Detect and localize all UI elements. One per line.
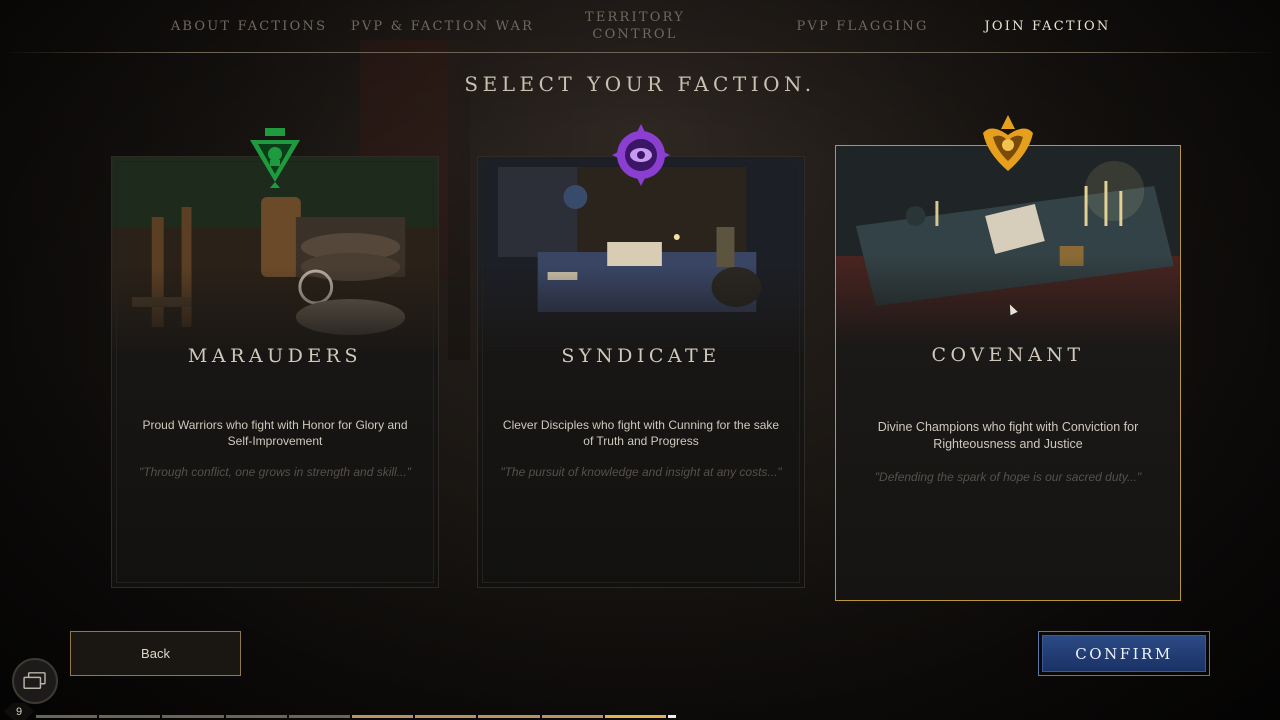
confirm-button[interactable]: CONFIRM (1038, 631, 1210, 676)
faction-quote: "Defending the spark of hope is our sacr… (874, 470, 1142, 484)
page-title: SELECT YOUR FACTION. (464, 72, 816, 96)
xp-segment (668, 715, 677, 718)
xp-segment (36, 715, 98, 718)
xp-segment (352, 715, 414, 718)
faction-name: COVENANT (931, 344, 1085, 366)
xp-segment (478, 715, 540, 718)
faction-name: SYNDICATE (561, 345, 721, 367)
xp-segment (541, 715, 603, 718)
tab-join-faction[interactable]: JOIN FACTION (975, 0, 1120, 52)
xp-segment (99, 715, 161, 718)
xp-segment (415, 715, 477, 718)
syndicate-emblem-icon (612, 124, 670, 186)
xp-segment (604, 715, 667, 718)
faction-quote: "The pursuit of knowledge and insight at… (500, 465, 782, 479)
level-badge: 9 (4, 703, 34, 720)
xp-segment (162, 715, 224, 718)
xp-segment (225, 715, 287, 718)
covenant-scene-image (836, 146, 1180, 346)
faction-description: Clever Disciples who fight with Cunning … (502, 418, 780, 448)
marauders-emblem-icon (246, 126, 304, 188)
faction-quote: "Through conflict, one grows in strength… (139, 465, 411, 479)
xp-bar (36, 715, 677, 718)
xp-segment (288, 715, 351, 718)
covenant-emblem-icon (979, 113, 1037, 175)
faction-description: Divine Champions who fight with Convicti… (877, 420, 1139, 451)
syndicate-scene-image (478, 157, 804, 357)
faction-name: MARAUDERS (187, 345, 363, 367)
faction-description: Proud Warriors who fight with Honor for … (142, 418, 408, 448)
tab-about-factions[interactable]: ABOUT FACTIONS (165, 0, 333, 52)
chat-button[interactable] (12, 658, 58, 704)
top-nav: ABOUT FACTIONS PVP & FACTION WAR TERRITO… (0, 0, 1280, 54)
confirm-button-label: CONFIRM (1042, 635, 1206, 672)
back-button[interactable]: Back (70, 631, 241, 676)
nav-divider (0, 52, 1280, 53)
faction-card-marauders[interactable]: MARAUDERS Proud Warriors who fight with … (111, 156, 439, 588)
chat-icon (23, 672, 46, 689)
faction-card-covenant[interactable]: COVENANT Divine Champions who fight with… (835, 145, 1181, 601)
tab-territory-control[interactable]: TERRITORY CONTROL (575, 0, 695, 52)
tab-pvp-flagging[interactable]: PVP FLAGGING (790, 0, 935, 52)
faction-card-syndicate[interactable]: SYNDICATE Clever Disciples who fight wit… (477, 156, 805, 588)
tab-pvp-faction-war[interactable]: PVP & FACTION WAR (350, 0, 535, 52)
